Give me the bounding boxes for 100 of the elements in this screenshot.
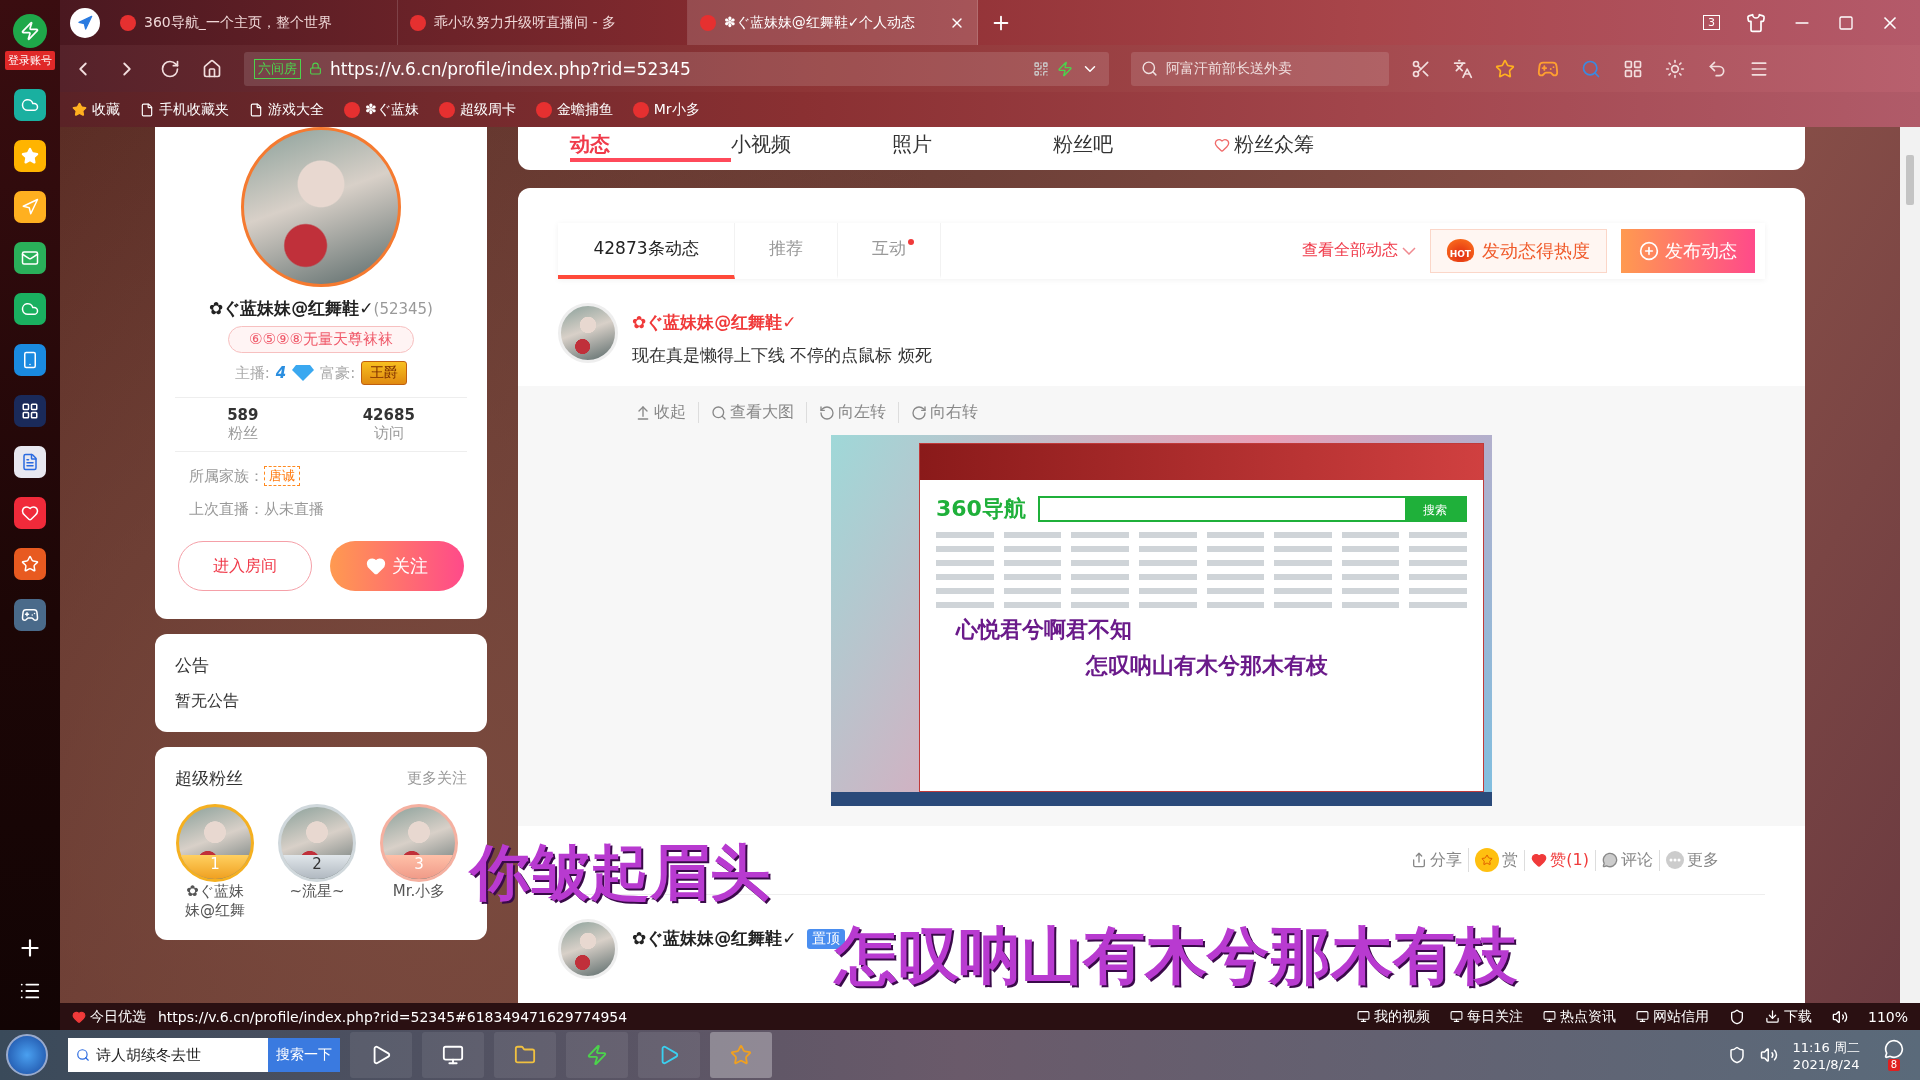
author-name[interactable]: ✿ぐ蓝妹妹@红舞鞋✓ bbox=[632, 310, 932, 334]
image-tool[interactable]: 收起 bbox=[635, 402, 698, 424]
nav-tab[interactable]: 照片 bbox=[892, 131, 1053, 162]
fan-name[interactable]: ~流星~ bbox=[281, 882, 353, 901]
screenshot-image[interactable]: 360导航 搜索 心悦君兮啊君不知 怎叹呐山有木兮那木有枝 bbox=[831, 435, 1492, 807]
app-icon[interactable] bbox=[14, 89, 46, 121]
taskbar-app[interactable] bbox=[494, 1032, 556, 1078]
address-field[interactable]: 六间房 https://v.6.cn/profile/index.php?rid=52345 bbox=[244, 51, 1109, 86]
compass-icon[interactable] bbox=[70, 7, 100, 38]
home-icon[interactable] bbox=[202, 58, 222, 79]
fan-name[interactable]: ✿ぐ蓝妹妹@红舞 bbox=[179, 882, 251, 920]
image-tool[interactable]: 向右转 bbox=[898, 402, 990, 424]
more-icon bbox=[1666, 851, 1684, 870]
comment-link[interactable]: 评论 bbox=[1595, 849, 1659, 871]
rotate-left-icon bbox=[819, 404, 835, 421]
hot-button[interactable]: HOT 发动态得热度 bbox=[1429, 228, 1607, 273]
star-icon[interactable] bbox=[1495, 58, 1515, 79]
grid-icon[interactable] bbox=[1623, 58, 1643, 79]
nav-tab[interactable]: 粉丝吧 bbox=[1053, 131, 1214, 162]
site-icon bbox=[120, 14, 136, 31]
browser-logo-icon[interactable] bbox=[13, 14, 47, 48]
clock[interactable]: 11:16 周二 2021/8/24 bbox=[1792, 1038, 1860, 1072]
shirt-icon[interactable] bbox=[1746, 12, 1766, 33]
taskbar-app[interactable] bbox=[422, 1032, 484, 1078]
app-icon[interactable] bbox=[14, 497, 46, 529]
reward-link[interactable]: 赏 bbox=[1468, 848, 1525, 873]
app-icon[interactable] bbox=[14, 548, 46, 580]
browser-tab[interactable]: ✽ぐ蓝妹妹@红舞鞋✓个人动态 bbox=[688, 0, 978, 45]
bookmark-link[interactable]: Mr小多 bbox=[632, 100, 700, 119]
site-logo: 360导航 bbox=[936, 495, 1026, 524]
stat-label: 访问 bbox=[373, 424, 404, 443]
bookmark-link[interactable]: ✽ぐ蓝妹 bbox=[344, 100, 419, 119]
login-button[interactable]: 登录账号 bbox=[5, 51, 55, 70]
bookmark-link[interactable]: 游戏大全 bbox=[249, 100, 324, 119]
app-icon[interactable] bbox=[14, 446, 46, 478]
like-link[interactable]: 赞(1) bbox=[1524, 849, 1595, 871]
status-link[interactable]: 网站信用 bbox=[1635, 1007, 1709, 1026]
app-icon[interactable] bbox=[14, 395, 46, 427]
fan-name[interactable]: Mr.小多 bbox=[383, 882, 455, 901]
filter-dropdown[interactable]: 查看全部动态 bbox=[1301, 240, 1416, 262]
status-link[interactable]: 热点资讯 bbox=[1542, 1007, 1616, 1026]
rotate-right-icon bbox=[911, 404, 927, 421]
enter-room-button[interactable]: 进入房间 bbox=[178, 541, 312, 591]
image-tool[interactable]: 查看大图 bbox=[698, 402, 806, 424]
qr-code-icon[interactable] bbox=[1033, 60, 1049, 77]
fan-avatar[interactable]: 2 bbox=[278, 804, 356, 882]
image-tool[interactable]: 向左转 bbox=[806, 402, 898, 424]
app-icon[interactable] bbox=[14, 293, 46, 325]
bookmark-link[interactable]: 金蟾捕鱼 bbox=[535, 100, 613, 119]
download-link[interactable]: 下载 bbox=[1764, 1007, 1812, 1026]
volume-icon[interactable] bbox=[1831, 1008, 1848, 1025]
nav-tab[interactable]: 小视频 bbox=[731, 131, 892, 162]
taskbar-app[interactable] bbox=[638, 1032, 700, 1078]
status-link[interactable]: 我的视频 bbox=[1356, 1007, 1430, 1026]
start-button[interactable] bbox=[6, 1034, 48, 1076]
scissors-icon[interactable] bbox=[1411, 58, 1431, 79]
bookmark-link[interactable]: 超级周卡 bbox=[438, 100, 516, 119]
brightness-icon[interactable] bbox=[1665, 58, 1685, 79]
taskbar-search-field[interactable]: 诗人胡续冬去世 bbox=[68, 1038, 268, 1072]
app-icon[interactable] bbox=[14, 344, 46, 376]
url-text: https://v.6.cn/profile/index.php?rid=52345 bbox=[330, 58, 692, 79]
coin-icon bbox=[1475, 848, 1500, 873]
promo-link[interactable]: 今日优选 bbox=[72, 1007, 146, 1026]
lightning-icon bbox=[586, 1044, 608, 1066]
folder-icon bbox=[514, 1044, 536, 1066]
tab-count[interactable]: 3 bbox=[1703, 15, 1720, 30]
search-icon bbox=[1141, 60, 1158, 77]
taskbar-app[interactable] bbox=[350, 1032, 412, 1078]
last-live-text: 上次直播：从未直播 bbox=[189, 500, 324, 519]
app-icon[interactable] bbox=[14, 140, 46, 172]
maximize-icon[interactable] bbox=[1838, 14, 1854, 31]
app-icon[interactable] bbox=[14, 191, 46, 223]
more-link[interactable]: 更多 bbox=[1659, 849, 1725, 871]
translate-icon[interactable] bbox=[1453, 58, 1473, 79]
app-icon[interactable] bbox=[14, 599, 46, 631]
status-link[interactable]: 每日关注 bbox=[1449, 1007, 1523, 1026]
zoom-level[interactable]: 110% bbox=[1867, 1008, 1908, 1025]
page-icon bbox=[249, 102, 263, 117]
lightning-icon[interactable] bbox=[1057, 60, 1073, 77]
feed-tab[interactable]: 42873条动态 bbox=[558, 223, 735, 279]
nav-tab[interactable]: 粉丝众筹 bbox=[1214, 131, 1375, 162]
site-icon bbox=[410, 14, 426, 31]
search-field[interactable]: 阿富汗前部长送外卖 bbox=[1131, 51, 1389, 86]
lock-icon bbox=[309, 62, 322, 75]
heart-icon bbox=[72, 1009, 86, 1024]
star-icon bbox=[72, 102, 87, 117]
reload-icon[interactable] bbox=[160, 58, 180, 79]
shield-icon[interactable] bbox=[1728, 1008, 1745, 1025]
bookmark-link[interactable]: 收藏 bbox=[72, 100, 120, 119]
share-link[interactable]: 分享 bbox=[1405, 849, 1469, 871]
bookmark-link[interactable]: 手机收藏夹 bbox=[140, 100, 229, 119]
taskbar-app[interactable] bbox=[566, 1032, 628, 1078]
taskbar-search-button[interactable]: 搜索一下 bbox=[268, 1038, 340, 1072]
stat-value: 589 bbox=[227, 406, 259, 424]
scrollbar[interactable] bbox=[1900, 127, 1920, 1003]
nav-tab[interactable]: 动态 bbox=[570, 131, 731, 162]
heart-icon bbox=[366, 556, 386, 576]
monitor-icon bbox=[1356, 1010, 1370, 1023]
app-icon[interactable] bbox=[14, 242, 46, 274]
undo-icon[interactable] bbox=[1707, 58, 1727, 79]
